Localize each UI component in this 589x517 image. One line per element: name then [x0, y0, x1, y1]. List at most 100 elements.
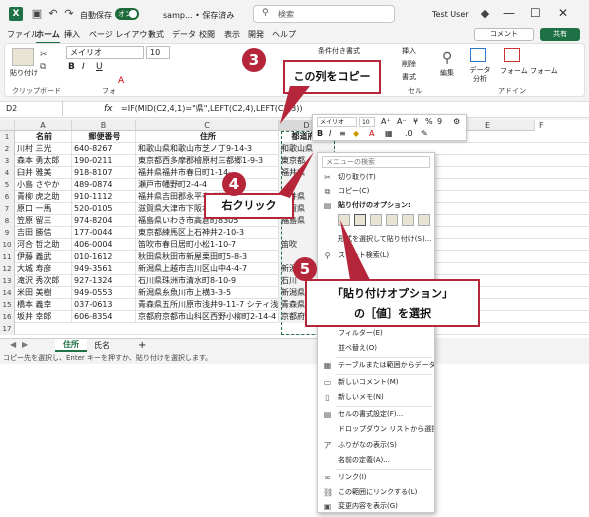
row-number[interactable]: 11 [0, 251, 15, 263]
mini-italic-icon[interactable]: I [329, 129, 331, 138]
menu-item-format-cells[interactable]: ▤ セルの書式設定(F)... [318, 408, 434, 421]
row-number[interactable]: 14 [0, 287, 15, 299]
table-cell[interactable]: 秋田県秋田市新屋栗田町5-8-3 [136, 251, 279, 263]
copy-icon[interactable]: ⧉ [40, 62, 46, 72]
table-cell[interactable]: 974-8204 [72, 215, 136, 227]
row-number[interactable]: 16 [0, 311, 15, 323]
tab-review[interactable]: 校閲 [199, 28, 215, 42]
gem-icon[interactable]: ◆ [478, 7, 492, 21]
table-cell[interactable]: 東京都練馬区上石神井2-10-3 [136, 227, 279, 239]
column-header-a[interactable]: A [15, 120, 72, 131]
table-cell[interactable]: 東京都西多摩郡檜原村三都郷1-9-3 [136, 155, 279, 167]
tab-home[interactable]: ホーム [36, 28, 60, 44]
header-cell[interactable]: 住所 [136, 131, 279, 143]
table-cell[interactable]: 640-8267 [72, 143, 136, 155]
table-cell[interactable]: 京都府京都市山科区西野小柳町2-14-4 グラン [136, 311, 279, 323]
tab-developer[interactable]: 開発 [248, 28, 264, 42]
form-button[interactable]: フォーム [500, 66, 528, 76]
document-title[interactable]: samp... • 保存済み [163, 10, 234, 21]
format-cells-button[interactable]: 書式 [402, 72, 416, 82]
mini-border-icon[interactable]: ▦ [385, 129, 393, 138]
menu-item-table-range[interactable]: ▦テーブルまたは範囲からデータを... [318, 359, 434, 372]
edit-button[interactable]: 編集 [440, 68, 454, 78]
table-cell[interactable]: 927-1324 [72, 275, 136, 287]
form-icon[interactable] [504, 48, 520, 62]
table-cell[interactable]: 坂井 幸郎 [15, 311, 72, 323]
table-cell[interactable]: 笛吹市春日居町小松1-10-7 [136, 239, 279, 251]
tab-data[interactable]: データ [172, 28, 196, 42]
row-number[interactable]: 13 [0, 275, 15, 287]
table-cell[interactable]: 大城 寿彦 [15, 263, 72, 275]
table-cell[interactable]: 489-0874 [72, 179, 136, 191]
paste-icon[interactable] [12, 48, 34, 66]
column-header-c[interactable]: C [136, 120, 279, 131]
row-number[interactable]: 17 [0, 323, 15, 335]
add-sheet-icon[interactable]: + [138, 339, 146, 352]
tab-file[interactable]: ファイル [7, 28, 39, 42]
row-number[interactable]: 8 [0, 215, 15, 227]
table-cell[interactable]: 伊藤 義武 [15, 251, 72, 263]
mini-font-color-icon[interactable]: A [369, 129, 374, 138]
table-cell[interactable]: 福井県福井市春日町1-14- [136, 167, 279, 179]
paste-link-icon[interactable] [418, 214, 430, 226]
tab-formulas[interactable]: 数式 [148, 28, 164, 42]
table-cell[interactable]: 190-0211 [72, 155, 136, 167]
table-cell[interactable]: 青森県五所川原市浅井9-11-7 シティ浅井 1301 [136, 299, 279, 311]
mini-size-select[interactable]: 10 [359, 117, 375, 127]
menu-item-link-range[interactable]: ⛓ この範囲にリンクする(L) [318, 486, 434, 499]
tab-help[interactable]: ヘルプ [272, 28, 296, 42]
tab-view[interactable]: 表示 [224, 28, 240, 42]
menu-item-furigana[interactable]: アふりがなの表示(S) [318, 439, 434, 452]
close-icon[interactable]: ✕ [558, 6, 568, 20]
underline-icon[interactable]: U [96, 62, 103, 72]
mini-fill-color-icon[interactable]: ◆ [353, 129, 359, 138]
menu-item-show-changes[interactable]: ▣ 変更内容を表示(G) [318, 500, 434, 513]
font-name-select[interactable]: メイリオ [66, 46, 144, 59]
italic-icon[interactable]: I [82, 62, 85, 72]
cut-icon[interactable]: ✂ [40, 50, 48, 60]
save-icon[interactable]: ▣ [30, 7, 44, 21]
mini-decimal-icon[interactable]: .0 [405, 129, 413, 138]
table-cell[interactable]: 910-1112 [72, 191, 136, 203]
undo-icon[interactable]: ↶ [46, 7, 60, 21]
table-cell[interactable]: 037-0613 [72, 299, 136, 311]
header-cell[interactable]: 名前 [15, 131, 72, 143]
minimize-icon[interactable]: — [503, 6, 515, 20]
select-all-corner[interactable] [0, 120, 15, 131]
autosave-toggle[interactable]: オン [115, 8, 139, 20]
fx-icon[interactable]: fx [104, 102, 113, 116]
table-cell[interactable]: 新潟県上越市吉川区山中4-4-7 [136, 263, 279, 275]
table-cell[interactable]: 河合 哲之助 [15, 239, 72, 251]
table-cell[interactable]: 瀬戸市幡野町2-4-4 [136, 179, 279, 191]
tab-page-layout[interactable]: ページ レイアウト [89, 28, 155, 42]
table-cell[interactable]: 吉田 勝信 [15, 227, 72, 239]
mini-bold-icon[interactable]: B [317, 129, 323, 138]
menu-search-input[interactable]: メニューの検索 [322, 156, 430, 168]
row-number[interactable]: 6 [0, 191, 15, 203]
row-number[interactable]: 4 [0, 167, 15, 179]
analyze-icon[interactable] [470, 48, 486, 62]
edit-search-icon[interactable]: ⚲ [442, 50, 452, 66]
row-number[interactable]: 1 [0, 131, 15, 143]
row-number[interactable]: 2 [0, 143, 15, 155]
menu-item-new-comment[interactable]: ▭ 新しいコメント(M) [318, 376, 434, 389]
menu-item-copy[interactable]: ⧉ コピー(C) [318, 185, 434, 198]
table-cell[interactable]: 笠原 留三 [15, 215, 72, 227]
comment-button[interactable]: コメント [474, 28, 534, 41]
conditional-format-button[interactable]: 条件付き書式 [318, 46, 360, 56]
mini-percent-icon[interactable]: % [425, 117, 433, 126]
table-cell[interactable]: 滝沢 秀次郎 [15, 275, 72, 287]
insert-cells-button[interactable]: 挿入 [402, 46, 416, 56]
mini-grow-font-icon[interactable]: A⁺ [381, 117, 391, 126]
table-cell[interactable]: 949-3561 [72, 263, 136, 275]
table-cell[interactable]: 原口 一馬 [15, 203, 72, 215]
analyze-data-button[interactable]: データ分析 [468, 66, 492, 84]
table-cell[interactable]: 949-0553 [72, 287, 136, 299]
mini-brush-icon[interactable]: ✎ [421, 129, 428, 138]
search-input[interactable]: ⚲ 検索 [253, 5, 395, 23]
name-box[interactable]: D2 [3, 102, 63, 116]
table-cell[interactable]: 010-1612 [72, 251, 136, 263]
menu-item-link[interactable]: ∞ リンク(I) [318, 471, 434, 484]
menu-item-define-name[interactable]: 名前の定義(A)... [318, 454, 434, 467]
table-cell[interactable]: 新潟県糸魚川市上横3-3-5 [136, 287, 279, 299]
